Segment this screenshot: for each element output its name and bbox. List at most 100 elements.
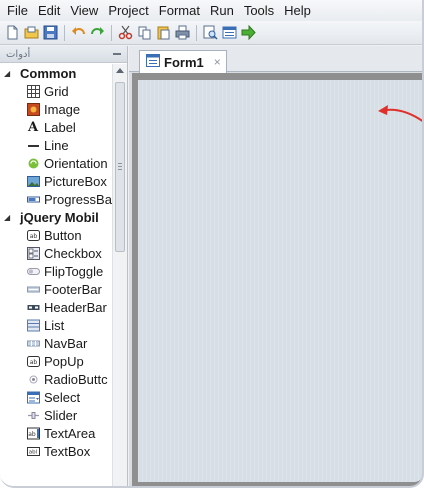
form-canvas[interactable] bbox=[138, 80, 422, 482]
paste-icon[interactable] bbox=[155, 24, 172, 41]
slider-icon bbox=[26, 408, 40, 422]
headerbar-icon bbox=[26, 300, 40, 314]
item-label: List bbox=[44, 317, 65, 333]
collapse-triangle-icon[interactable]: ◢ bbox=[4, 213, 14, 222]
toolbox-item-button[interactable]: ab Button bbox=[0, 226, 112, 244]
toolbox-item-grid[interactable]: Grid bbox=[0, 82, 112, 100]
group-jquery-mobile[interactable]: ◢ jQuery Mobil bbox=[0, 208, 112, 226]
toolbox-list: ◢ Common Grid Image A Label Line Orienta… bbox=[0, 64, 112, 486]
redo-icon[interactable] bbox=[89, 24, 106, 41]
toolbox-item-slider[interactable]: Slider bbox=[0, 406, 112, 424]
svg-text:ab: ab bbox=[29, 359, 37, 366]
toolbar-separator bbox=[64, 24, 65, 41]
scroll-thumb[interactable] bbox=[115, 82, 125, 252]
toolbox-item-select[interactable]: Select bbox=[0, 388, 112, 406]
toolbox-item-radiobutton[interactable]: RadioButtc bbox=[0, 370, 112, 388]
form-icon[interactable] bbox=[221, 24, 238, 41]
toolbox-item-popup[interactable]: ab PopUp bbox=[0, 352, 112, 370]
toolbox-item-fliptoggle[interactable]: FlipToggle bbox=[0, 262, 112, 280]
line-icon bbox=[26, 138, 40, 152]
item-label: PopUp bbox=[44, 353, 84, 369]
toolbox-item-headerbar[interactable]: HeaderBar bbox=[0, 298, 112, 316]
item-label: RadioButtc bbox=[44, 371, 108, 387]
grid-icon bbox=[26, 84, 40, 98]
menu-bar: File Edit View Project Format Run Tools … bbox=[0, 0, 422, 21]
item-label: Line bbox=[44, 137, 69, 153]
form-frame bbox=[132, 73, 422, 486]
toolbox-scrollbar[interactable] bbox=[112, 64, 127, 486]
button-icon: ab bbox=[26, 228, 40, 242]
popup-icon: ab bbox=[26, 354, 40, 368]
minimize-icon[interactable] bbox=[113, 53, 121, 55]
item-label: FlipToggle bbox=[44, 263, 104, 279]
form-icon bbox=[146, 54, 160, 70]
tab-strip: Form1 × bbox=[129, 46, 422, 73]
grip-line bbox=[118, 163, 122, 164]
toolbox-item-progressbar[interactable]: ProgressBa bbox=[0, 190, 112, 208]
toolbox-item-textarea[interactable]: ab TextArea bbox=[0, 424, 112, 442]
scroll-up-arrow-icon[interactable] bbox=[116, 68, 124, 73]
item-label: Grid bbox=[44, 83, 69, 99]
collapse-triangle-icon[interactable]: ◢ bbox=[4, 69, 14, 78]
orientation-icon bbox=[26, 156, 40, 170]
radiobutton-icon bbox=[26, 372, 40, 386]
toolbox-item-navbar[interactable]: NavBar bbox=[0, 334, 112, 352]
menu-run[interactable]: Run bbox=[205, 0, 239, 21]
grip-line bbox=[118, 166, 122, 167]
item-label: Select bbox=[44, 389, 81, 405]
textbox-icon: abl bbox=[26, 444, 40, 458]
item-label: PictureBox bbox=[44, 173, 107, 189]
toolbox-item-checkbox[interactable]: Checkbox bbox=[0, 244, 112, 262]
print-icon[interactable] bbox=[174, 24, 191, 41]
new-file-icon[interactable] bbox=[4, 24, 21, 41]
toolbox-panel: أدوات ◢ Common Grid Image A Label Line O… bbox=[0, 46, 128, 486]
close-icon[interactable]: × bbox=[214, 55, 221, 69]
toolbar-separator bbox=[111, 24, 112, 41]
menu-format[interactable]: Format bbox=[154, 0, 205, 21]
undo-icon[interactable] bbox=[70, 24, 87, 41]
toolbox-item-image[interactable]: Image bbox=[0, 100, 112, 118]
preview-icon[interactable] bbox=[202, 24, 219, 41]
run-icon[interactable] bbox=[240, 24, 257, 41]
open-file-icon[interactable] bbox=[23, 24, 40, 41]
group-common[interactable]: ◢ Common bbox=[0, 64, 112, 82]
toolbox-item-list[interactable]: List bbox=[0, 316, 112, 334]
toolbox-item-textbox[interactable]: abl TextBox bbox=[0, 442, 112, 460]
label-icon: A bbox=[27, 119, 39, 135]
toolbar bbox=[0, 21, 422, 45]
navbar-icon bbox=[26, 336, 40, 350]
item-label: HeaderBar bbox=[44, 299, 107, 315]
item-label: Label bbox=[44, 119, 76, 135]
menu-tools[interactable]: Tools bbox=[239, 0, 279, 21]
app-window: File Edit View Project Format Run Tools … bbox=[0, 0, 424, 488]
item-label: Button bbox=[44, 227, 82, 243]
copy-icon[interactable] bbox=[136, 24, 153, 41]
toolbox-item-label[interactable]: A Label bbox=[0, 118, 112, 136]
toolbox-item-footerbar[interactable]: FooterBar bbox=[0, 280, 112, 298]
menu-help[interactable]: Help bbox=[279, 0, 316, 21]
toolbar-separator bbox=[196, 24, 197, 41]
item-label: Checkbox bbox=[44, 245, 102, 261]
toolbox-item-orientation[interactable]: Orientation bbox=[0, 154, 112, 172]
menu-project[interactable]: Project bbox=[103, 0, 153, 21]
toolbox-header: أدوات bbox=[0, 46, 127, 63]
select-icon bbox=[26, 390, 40, 404]
progressbar-icon bbox=[26, 192, 40, 206]
annotation-arrow-icon bbox=[378, 105, 422, 122]
item-label: NavBar bbox=[44, 335, 88, 351]
item-label: ProgressBa bbox=[44, 191, 112, 207]
menu-edit[interactable]: Edit bbox=[33, 0, 65, 21]
item-label: Image bbox=[44, 101, 81, 117]
tab-form1[interactable]: Form1 × bbox=[139, 50, 227, 73]
toolbox-item-picturebox[interactable]: PictureBox bbox=[0, 172, 112, 190]
save-icon[interactable] bbox=[42, 24, 59, 41]
cut-icon[interactable] bbox=[117, 24, 134, 41]
menu-file[interactable]: File bbox=[2, 0, 33, 21]
footerbar-icon bbox=[26, 282, 40, 296]
item-label: TextBox bbox=[44, 443, 91, 459]
menu-view[interactable]: View bbox=[65, 0, 103, 21]
tab-label: Form1 bbox=[164, 54, 204, 70]
group-label: Common bbox=[20, 65, 77, 81]
toolbox-title: أدوات bbox=[6, 48, 31, 60]
toolbox-item-line[interactable]: Line bbox=[0, 136, 112, 154]
